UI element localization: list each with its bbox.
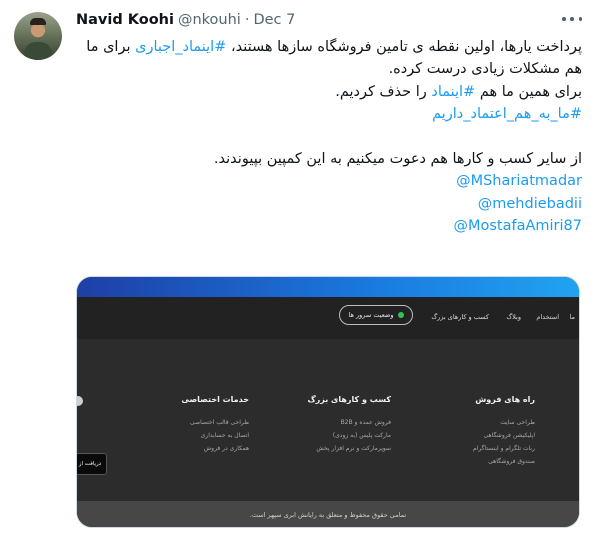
nav-item: ما — [569, 313, 575, 321]
column-item: طراحی سایت — [500, 419, 535, 426]
nav-item: وبلاگ — [506, 313, 521, 321]
tweet-line-4: #ما_به_هم_اعتماد_داریم — [76, 103, 582, 125]
column-title: خدمات اختصاصی — [181, 395, 249, 404]
column-item: صندوق فروشگاهی — [488, 458, 535, 465]
tweet-line-2: هم مشکلات زیادی درست کرده. — [388, 61, 582, 78]
separator-dot: · — [244, 12, 250, 28]
site-copyright: تمامی حقوق محفوظ و متعلق به رایانش ابری … — [77, 501, 579, 527]
site-nav: ما استخدام وبلاگ کسب و کارهای بزرگ وضعیت… — [77, 297, 579, 339]
tweet-header: Navid Koohi @nkouhi · Dec 7 — [76, 11, 295, 29]
site-footer-links: راه های فروش طراحی سایت اپلیکیشن فروشگاه… — [77, 339, 579, 501]
nav-item: استخدام — [536, 313, 559, 321]
mention-link[interactable]: @MostafaAmiri87 — [453, 215, 582, 237]
footer-column-custom: خدمات اختصاصی طراحی قالب اختصاصی اتصال ب… — [181, 395, 249, 455]
column-title: راه های فروش — [475, 395, 535, 404]
tweet-date[interactable]: Dec 7 — [253, 12, 295, 28]
tweet-line-5: از سایر کسب و کارها هم دعوت میکنیم به ای… — [213, 150, 582, 167]
author-avatar[interactable] — [14, 12, 62, 60]
column-item: مارکت پلیس (به زودی) — [332, 432, 391, 439]
column-item: فروش عمده و B2B — [340, 419, 391, 426]
hashtag-link[interactable]: #اینماد_اجباری — [135, 39, 226, 55]
server-status-button: وضعیت سرور ها — [339, 305, 413, 325]
author-handle[interactable]: @nkouhi — [178, 12, 241, 28]
scroll-dot-icon — [77, 396, 83, 406]
text-fragment: پرداخت یارها، اولین نقطه ی تامین فروشگاه… — [226, 39, 582, 55]
footer-column-sales: راه های فروش طراحی سایت اپلیکیشن فروشگاه… — [473, 395, 535, 468]
text-fragment: برای ما — [86, 39, 136, 55]
column-title: کسب و کارهای بزرگ — [307, 395, 391, 404]
nav-item: کسب و کارهای بزرگ — [431, 313, 489, 321]
status-dot-icon — [397, 312, 404, 318]
tweet-line-3: برای همین ما هم #اینماد را حذف کردیم. — [76, 81, 582, 103]
avatar-shirt — [24, 42, 52, 60]
column-item: سوپرمارکت و نرم افزار پخش — [316, 445, 391, 452]
column-item: ربات تلگرام و اینستاگرام — [472, 445, 535, 452]
mention-row: @MShariatmadar — [76, 170, 582, 192]
hashtag-link[interactable]: #اینماد — [431, 84, 475, 100]
mention-row: @MostafaAmiri87 — [76, 215, 582, 237]
tweet-text: پرداخت یارها، اولین نقطه ی تامین فروشگاه… — [76, 36, 582, 238]
column-item: همکاری در فروش — [203, 445, 249, 452]
tweet-media-screenshot[interactable]: ما استخدام وبلاگ کسب و کارهای بزرگ وضعیت… — [76, 276, 580, 528]
hashtag-link[interactable]: #ما_به_هم_اعتماد_داریم — [432, 106, 582, 122]
column-item: اتصال به حسابداری — [200, 432, 249, 439]
mention-row: @mehdiebadii — [76, 193, 582, 215]
mention-link[interactable]: @mehdiebadii — [478, 193, 582, 215]
author-name[interactable]: Navid Koohi — [76, 12, 174, 28]
site-topbar — [77, 277, 579, 297]
tweet-line-1: پرداخت یارها، اولین نقطه ی تامین فروشگاه… — [76, 36, 582, 58]
column-item: اپلیکیشن فروشگاهی — [483, 432, 536, 439]
server-status-label: وضعیت سرور ها — [348, 311, 394, 319]
download-cta-button: دریافت از — [77, 453, 107, 475]
footer-column-business: کسب و کارهای بزرگ فروش عمده و B2B مارکت … — [307, 395, 391, 455]
column-item: طراحی قالب اختصاصی — [189, 419, 249, 426]
avatar-hair — [30, 18, 46, 25]
text-fragment: برای همین ما هم — [475, 83, 582, 100]
text-fragment: را حذف کردیم. — [335, 83, 432, 100]
mention-link[interactable]: @MShariatmadar — [456, 170, 582, 192]
more-horizontal-icon[interactable] — [562, 10, 582, 28]
